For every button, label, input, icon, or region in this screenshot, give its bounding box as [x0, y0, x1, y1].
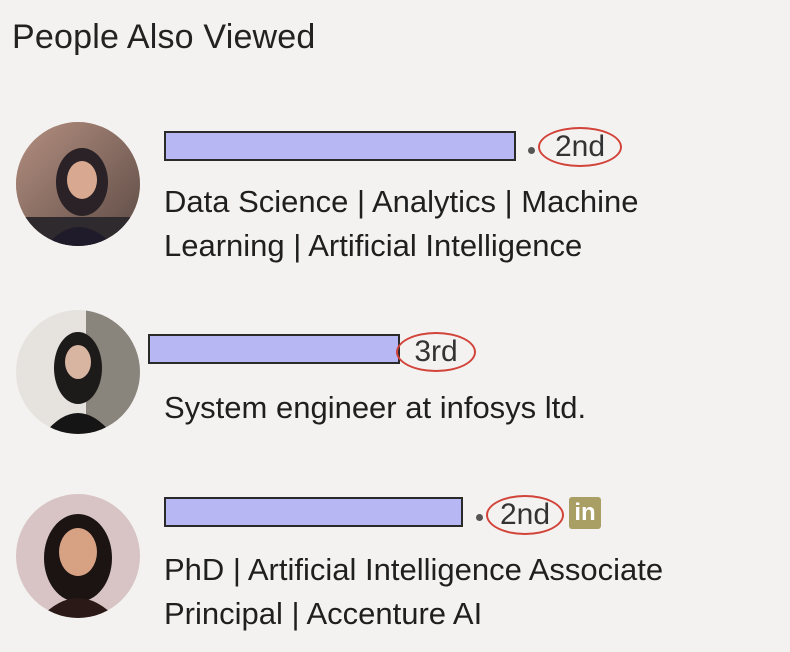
person-headline: Data Science | Analytics | Machine Learn… — [164, 184, 639, 263]
person-headline: System engineer at infosys ltd. — [164, 390, 587, 425]
redacted-name[interactable] — [164, 131, 516, 161]
redacted-name[interactable] — [164, 497, 463, 527]
connection-degree-badge: 2nd — [486, 495, 564, 535]
people-also-viewed-panel: People Also Viewed 2nd Data Science | An… — [0, 0, 790, 652]
redacted-name[interactable] — [148, 334, 400, 364]
linkedin-icon: in — [569, 497, 601, 529]
avatar[interactable] — [16, 122, 140, 246]
separator-dot — [476, 514, 483, 521]
avatar[interactable] — [16, 494, 140, 618]
section-title: People Also Viewed — [12, 18, 316, 56]
person-headline: PhD | Artificial Intelligence Associate … — [164, 552, 664, 631]
connection-degree-badge: 3rd — [396, 332, 476, 372]
separator-dot — [528, 147, 535, 154]
avatar[interactable] — [16, 310, 140, 434]
connection-degree-badge: 2nd — [538, 127, 622, 167]
